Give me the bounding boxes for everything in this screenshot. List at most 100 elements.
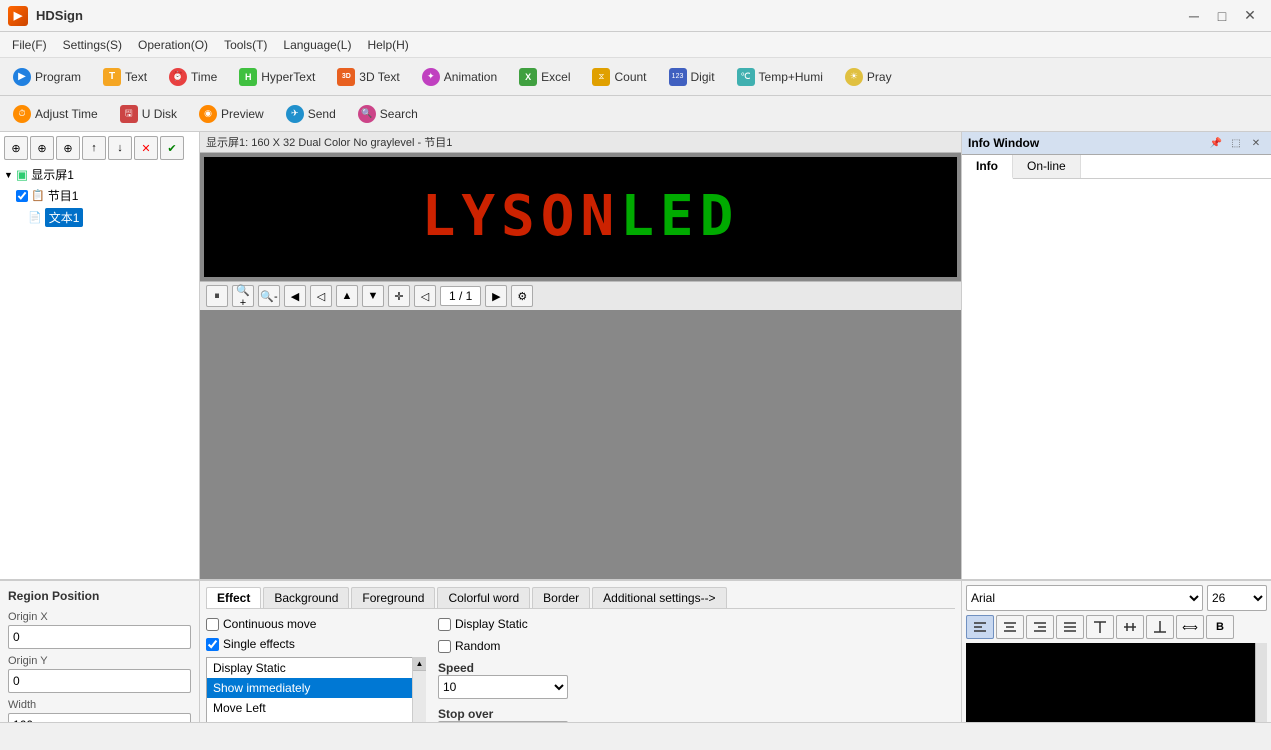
count-label: Count	[614, 70, 646, 84]
send-button[interactable]: ✈ Send	[277, 101, 345, 127]
info-header: Info Window 📌 ⬚ ✕	[962, 132, 1271, 155]
toolbar-temphumi[interactable]: ℃ Temp+Humi	[728, 64, 832, 90]
valign-middle-button[interactable]	[1116, 615, 1144, 639]
toolbar-time[interactable]: ⏰ Time	[160, 64, 226, 90]
valign-bottom-button[interactable]	[1146, 615, 1174, 639]
tab-colorful[interactable]: Colorful word	[437, 587, 530, 608]
tree-leaf[interactable]: 📄 文本1	[28, 206, 195, 229]
single-effects-label: Single effects	[223, 637, 295, 651]
adjust-time-button[interactable]: ⏱ Adjust Time	[4, 101, 107, 127]
align-left-button[interactable]	[966, 615, 994, 639]
menu-settings[interactable]: Settings(S)	[55, 35, 130, 55]
nav-next[interactable]: ▶	[485, 285, 507, 307]
nav-left[interactable]: ◁	[310, 285, 332, 307]
tree-btn-delete[interactable]: ✕	[134, 136, 158, 160]
hypertext-icon: H	[239, 68, 257, 86]
u-disk-button[interactable]: 🖫 U Disk	[111, 101, 186, 127]
toolbar-text[interactable]: T Text	[94, 64, 156, 90]
menu-file[interactable]: File(F)	[4, 35, 55, 55]
tab-effect[interactable]: Effect	[206, 587, 261, 608]
zoom-in-button[interactable]: 🔍+	[232, 285, 254, 307]
menu-operation[interactable]: Operation(O)	[130, 35, 216, 55]
3dtext-icon: 3D	[337, 68, 355, 86]
scroll-up-arrow[interactable]: ▲	[413, 657, 426, 671]
minimize-button[interactable]: ─	[1181, 7, 1207, 25]
tree-root[interactable]: ▼ ▣ 显示屏1	[4, 164, 195, 185]
effect-item-display-static[interactable]: Display Static	[207, 658, 425, 678]
close-button[interactable]: ✕	[1237, 7, 1263, 25]
excel-icon: X	[519, 68, 537, 86]
nav-up[interactable]: ▲	[336, 285, 358, 307]
preview-label: Preview	[221, 107, 264, 121]
program-label: Program	[35, 70, 81, 84]
effect-item-show-immediately[interactable]: Show immediately	[207, 678, 425, 698]
align-right-button[interactable]	[1026, 615, 1054, 639]
nav-prev[interactable]: ◁	[414, 285, 436, 307]
tab-background[interactable]: Background	[263, 587, 349, 608]
digit-label: Digit	[691, 70, 715, 84]
nav-move[interactable]: ✛	[388, 285, 410, 307]
tree-btn-5[interactable]: ↓	[108, 136, 132, 160]
display-static-checkbox[interactable]	[438, 618, 451, 631]
effect-item-move-left[interactable]: Move Left	[207, 698, 425, 718]
pray-icon: ☀	[845, 68, 863, 86]
excel-label: Excel	[541, 70, 570, 84]
random-checkbox[interactable]	[438, 640, 451, 653]
zoom-out-button[interactable]: 🔍-	[258, 285, 280, 307]
justify-button[interactable]	[1056, 615, 1084, 639]
info-pin-button[interactable]: 📌	[1207, 135, 1225, 151]
tree-node-label: 节目1	[48, 187, 79, 204]
valign-top-button[interactable]	[1086, 615, 1114, 639]
toolbar-animation[interactable]: ✦ Animation	[413, 64, 506, 90]
info-close-button[interactable]: ✕	[1247, 135, 1265, 151]
toolbar-hypertext[interactable]: H HyperText	[230, 64, 324, 90]
origin-y-input[interactable]: 0	[8, 669, 191, 693]
toolbar-digit[interactable]: 123 Digit	[660, 64, 724, 90]
tree-node[interactable]: 📋 节目1	[16, 185, 195, 206]
search-button[interactable]: 🔍 Search	[349, 101, 427, 127]
speed-select[interactable]: 10	[438, 675, 568, 699]
tree-btn-check[interactable]: ✔	[160, 136, 184, 160]
single-effects-checkbox[interactable]	[206, 638, 219, 651]
main-toolbar: ▶ Program T Text ⏰ Time H HyperText 3D 3…	[0, 58, 1271, 96]
tree-btn-1[interactable]: ⊕	[4, 136, 28, 160]
toolbar-pray[interactable]: ☀ Pray	[836, 64, 901, 90]
pause-button[interactable]: ⏸	[206, 285, 228, 307]
tree-node-checkbox[interactable]	[16, 190, 28, 202]
info-tab-online[interactable]: On-line	[1013, 155, 1081, 178]
tab-additional[interactable]: Additional settings-->	[592, 587, 726, 608]
time-label: Time	[191, 70, 217, 84]
toolbar-program[interactable]: ▶ Program	[4, 64, 90, 90]
tree-btn-4[interactable]: ↑	[82, 136, 106, 160]
tree-btn-2[interactable]: ⊕	[30, 136, 54, 160]
text-label: Text	[125, 70, 147, 84]
bold-button[interactable]: B	[1206, 615, 1234, 639]
tree-panel: ⊕ ⊕ ⊕ ↑ ↓ ✕ ✔ ▼ ▣ 显示屏1 📋 节目1 📄 文本1	[0, 132, 200, 579]
toolbar-count[interactable]: ⧖ Count	[583, 64, 655, 90]
temphumi-icon: ℃	[737, 68, 755, 86]
maximize-button[interactable]: □	[1209, 7, 1235, 25]
led-led: LED	[620, 184, 739, 249]
toolbar-excel[interactable]: X Excel	[510, 64, 579, 90]
toolbar-3dtext[interactable]: 3D 3D Text	[328, 64, 408, 90]
font-size-select[interactable]: 26	[1207, 585, 1267, 611]
tab-foreground[interactable]: Foreground	[351, 587, 435, 608]
tree-btn-3[interactable]: ⊕	[56, 136, 80, 160]
prev-button[interactable]: ◀	[284, 285, 306, 307]
preview-button[interactable]: ◉ Preview	[190, 101, 273, 127]
font-name-select[interactable]: Arial	[966, 585, 1203, 611]
nav-down[interactable]: ▼	[362, 285, 384, 307]
menu-help[interactable]: Help(H)	[359, 35, 416, 55]
continuous-move-checkbox[interactable]	[206, 618, 219, 631]
tab-border[interactable]: Border	[532, 587, 590, 608]
align-center-button[interactable]	[996, 615, 1024, 639]
origin-x-input[interactable]: 0	[8, 625, 191, 649]
nav-settings[interactable]: ⚙	[511, 285, 533, 307]
info-float-button[interactable]: ⬚	[1227, 135, 1245, 151]
menu-language[interactable]: Language(L)	[275, 35, 359, 55]
valign-middle-icon	[1123, 620, 1137, 634]
tree-toolbar: ⊕ ⊕ ⊕ ↑ ↓ ✕ ✔	[4, 136, 195, 160]
spread-button[interactable]: ⟺	[1176, 615, 1204, 639]
info-tab-info[interactable]: Info	[962, 155, 1013, 179]
menu-tools[interactable]: Tools(T)	[216, 35, 275, 55]
